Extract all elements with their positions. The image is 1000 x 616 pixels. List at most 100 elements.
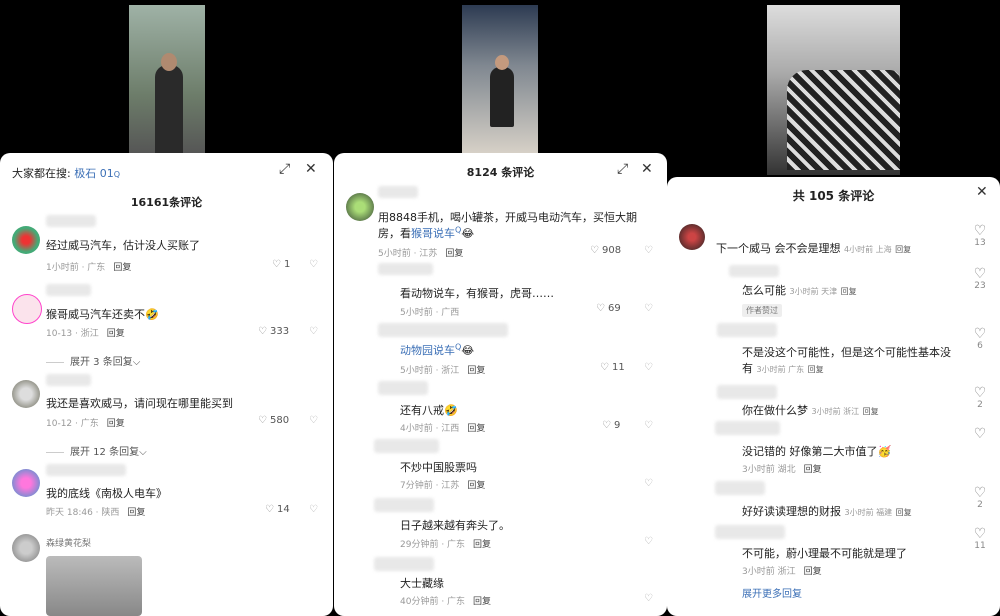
username-blurred: [374, 498, 434, 512]
comment-text: 还有八戒🤣: [400, 404, 458, 417]
comment-meta: 3小时前 浙江 回复: [742, 567, 822, 577]
dislike-icon[interactable]: ♡: [644, 362, 653, 373]
like-button[interactable]: ♡ 23: [968, 267, 992, 291]
avatar[interactable]: [12, 380, 40, 408]
avatar[interactable]: [12, 294, 42, 324]
reply-button[interactable]: 回复: [467, 481, 485, 491]
reply-button[interactable]: 回复: [804, 465, 822, 475]
reply-button[interactable]: 回复: [467, 424, 485, 434]
expand-icon[interactable]: ⤢: [279, 161, 290, 177]
reply-button[interactable]: 回复: [896, 508, 912, 517]
comment-meta: 昨天 18:46 · 陕西 回复: [46, 508, 146, 518]
comment-meta: 29分钟前 · 广东 回复: [400, 540, 492, 550]
like-button[interactable]: ♡ 580: [258, 415, 289, 426]
dislike-icon[interactable]: ♡: [644, 245, 653, 256]
username-blurred: [715, 481, 765, 495]
comment-text: 怎么可能 3小时前 天津 回复: [742, 284, 857, 297]
like-button[interactable]: ♡ 9: [602, 420, 620, 431]
close-icon[interactable]: ✕: [976, 184, 988, 200]
avatar[interactable]: [12, 469, 40, 497]
comment-text: 看动物说车，有猴哥，虎哥……: [400, 287, 554, 300]
dislike-icon[interactable]: ♡: [309, 415, 318, 426]
like-button[interactable]: ♡ 908: [590, 245, 621, 256]
search-keyword[interactable]: 极石 01: [74, 167, 114, 180]
like-button[interactable]: ♡ 6: [968, 327, 992, 351]
reply-button[interactable]: 回复: [895, 245, 911, 254]
reply-button[interactable]: 回复: [863, 407, 879, 416]
search-bar[interactable]: 大家都在搜: 极石 01Q: [12, 165, 120, 181]
comment-image[interactable]: [46, 556, 142, 616]
video-thumbnail-middle[interactable]: [462, 5, 538, 155]
heart-icon: ♡: [258, 415, 267, 426]
like-button[interactable]: ♡ 69: [596, 303, 621, 314]
username-blurred: [46, 464, 126, 476]
like-button[interactable]: ♡ 2: [968, 486, 992, 510]
like-button[interactable]: ♡ 2: [968, 386, 992, 410]
comment-text: 不炒中国股票吗: [400, 461, 477, 474]
comment-meta: 3小时前 湖北 回复: [742, 465, 822, 475]
like-button[interactable]: ♡ 333: [258, 326, 289, 337]
search-label: 大家都在搜:: [12, 167, 71, 180]
video-thumbnail-left[interactable]: [129, 5, 205, 155]
heart-icon: ♡: [602, 420, 611, 431]
reply-button[interactable]: 回复: [808, 365, 824, 374]
keyword-link[interactable]: 动物园说车: [400, 344, 455, 357]
heart-icon: ♡: [596, 303, 605, 314]
close-icon[interactable]: ✕: [305, 161, 317, 177]
username-blurred: [715, 525, 785, 539]
comment-meta: 5小时前 · 广西: [400, 308, 460, 318]
comment-meta: 1小时前 · 广东 回复: [46, 263, 132, 273]
comment-meta: 5小时前 · 江苏 回复: [378, 249, 464, 259]
like-button[interactable]: ♡ 14: [265, 504, 290, 515]
reply-button[interactable]: 回复: [113, 263, 131, 273]
like-button[interactable]: ♡ 11: [600, 362, 625, 373]
avatar[interactable]: [12, 226, 40, 254]
reply-button[interactable]: 回复: [804, 567, 822, 577]
username-blurred: [46, 284, 91, 296]
username-blurred: [717, 385, 777, 399]
reply-button[interactable]: 回复: [473, 597, 491, 607]
keyword-link[interactable]: 猴哥说车: [411, 227, 455, 240]
person-head: [495, 55, 509, 70]
show-more-replies-button[interactable]: 展开更多回复: [742, 585, 802, 600]
comment-meta: 40分钟前 · 广东 回复: [400, 597, 492, 607]
dislike-icon[interactable]: ♡: [644, 478, 653, 489]
username-blurred: [715, 421, 780, 435]
reply-button[interactable]: 回复: [107, 419, 125, 429]
comment-text: 不可能，蔚小理最不可能就是理了: [742, 547, 907, 560]
heart-icon: ♡: [973, 266, 987, 282]
dislike-icon[interactable]: ♡: [644, 420, 653, 431]
heart-icon: ♡: [973, 385, 987, 401]
close-icon[interactable]: ✕: [641, 161, 653, 177]
avatar[interactable]: [346, 193, 374, 221]
username-blurred: [729, 265, 779, 277]
dislike-icon[interactable]: ♡: [309, 259, 318, 270]
dislike-icon[interactable]: ♡: [309, 326, 318, 337]
dislike-icon[interactable]: ♡: [644, 536, 653, 547]
like-button[interactable]: ♡: [968, 427, 992, 441]
username-blurred: [378, 263, 433, 275]
reply-button[interactable]: 回复: [841, 287, 857, 296]
dislike-icon[interactable]: ♡: [644, 303, 653, 314]
reply-button[interactable]: 回复: [467, 366, 485, 376]
comment-text: 大士藏缘: [400, 577, 444, 590]
reply-button[interactable]: 回复: [473, 540, 491, 550]
comment-text: 不是没这个可能性，但是这个可能性基本没: [742, 346, 951, 359]
avatar[interactable]: [679, 224, 705, 250]
like-button[interactable]: ♡ 11: [968, 527, 992, 551]
expand-replies-button[interactable]: 展开 3 条回复⌵: [46, 353, 140, 368]
dislike-icon[interactable]: ♡: [309, 504, 318, 515]
reply-button[interactable]: 回复: [445, 249, 463, 259]
person-seated: [490, 67, 514, 127]
expand-replies-button[interactable]: 展开 12 条回复⌵: [46, 443, 147, 458]
avatar[interactable]: [12, 534, 40, 562]
video-thumbnail-right[interactable]: [767, 5, 900, 175]
reply-button[interactable]: 回复: [127, 508, 145, 518]
like-button[interactable]: ♡ 13: [968, 224, 992, 248]
expand-icon[interactable]: ⤢: [617, 161, 628, 177]
dislike-icon[interactable]: ♡: [644, 593, 653, 604]
heart-icon: ♡: [258, 326, 267, 337]
username-blurred: [374, 439, 439, 453]
like-button[interactable]: ♡ 1: [272, 259, 290, 270]
reply-button[interactable]: 回复: [107, 329, 125, 339]
